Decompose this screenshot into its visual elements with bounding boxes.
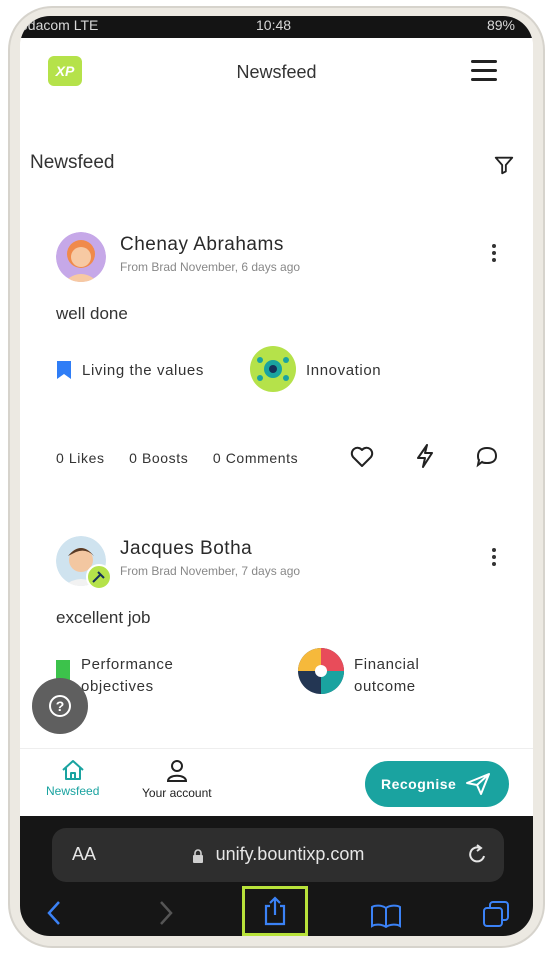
bookmark-icon bbox=[57, 361, 71, 379]
value-tag: Living the values bbox=[82, 362, 204, 379]
recognition-badge-icon bbox=[86, 564, 112, 590]
share-icon[interactable] bbox=[263, 896, 287, 926]
send-icon bbox=[466, 773, 490, 795]
author-name[interactable]: Jacques Botha bbox=[120, 538, 252, 560]
battery-label: 89% bbox=[486, 17, 515, 33]
nav-newsfeed[interactable]: Newsfeed bbox=[46, 759, 99, 798]
header-title: Newsfeed bbox=[236, 62, 317, 82]
post-message: well done bbox=[56, 304, 128, 323]
post-stats: 0 Likes 0 Boosts 0 Comments bbox=[56, 450, 318, 466]
value-tag: Financial outcome bbox=[354, 656, 420, 695]
tabs-icon[interactable] bbox=[482, 900, 510, 928]
help-button[interactable]: ? bbox=[32, 678, 88, 734]
carrier-label: odacom LTE bbox=[20, 17, 99, 33]
page-title: Newsfeed bbox=[30, 152, 115, 173]
puzzle-icon bbox=[298, 648, 344, 694]
nav-your-account[interactable]: Your account bbox=[142, 759, 212, 800]
person-icon bbox=[166, 760, 187, 782]
bottom-navigation: Newsfeed Your account Recognise bbox=[20, 748, 533, 817]
bookmarks-icon[interactable] bbox=[370, 904, 402, 928]
back-icon[interactable] bbox=[46, 900, 62, 926]
heart-icon[interactable] bbox=[350, 446, 374, 468]
value-tag: Innovation bbox=[306, 362, 382, 379]
help-icon: ? bbox=[49, 695, 71, 717]
likes-count[interactable]: 0 Likes bbox=[56, 450, 105, 466]
phone-screen: odacom LTE 10:48 89% XP Newsfeed Newsfee… bbox=[20, 16, 533, 936]
filter-icon[interactable] bbox=[493, 154, 515, 176]
more-options-icon[interactable] bbox=[492, 548, 496, 569]
innovation-icon bbox=[250, 346, 296, 392]
forward-icon[interactable] bbox=[158, 900, 174, 926]
recognise-button[interactable]: Recognise bbox=[365, 761, 509, 807]
more-options-icon[interactable] bbox=[492, 244, 496, 265]
objective-color-marker bbox=[56, 660, 70, 680]
home-icon bbox=[62, 760, 84, 780]
newsfeed-content[interactable]: Newsfeed Chenay Abrahams From Brad Novem… bbox=[20, 118, 533, 748]
post-meta: From Brad November, 7 days ago bbox=[120, 564, 301, 578]
reload-icon[interactable] bbox=[466, 842, 488, 866]
comments-count[interactable]: 0 Comments bbox=[213, 450, 298, 466]
post-message: excellent job bbox=[56, 608, 151, 627]
url-text[interactable]: unify.bountixp.com bbox=[64, 844, 516, 865]
recognise-label: Recognise bbox=[381, 776, 457, 792]
avatar bbox=[56, 232, 106, 282]
clock: 10:48 bbox=[256, 17, 292, 33]
address-bar[interactable]: AA unify.bountixp.com bbox=[52, 828, 504, 882]
post-card: Jacques Botha From Brad November, 7 days… bbox=[56, 536, 506, 736]
value-tag: Performance objectives bbox=[81, 656, 174, 695]
app-header: XP Newsfeed bbox=[20, 38, 533, 118]
post-card: Chenay Abrahams From Brad November, 6 da… bbox=[56, 232, 506, 472]
boost-icon[interactable] bbox=[416, 444, 434, 468]
hamburger-icon[interactable] bbox=[471, 60, 497, 82]
nav-label-newsfeed: Newsfeed bbox=[46, 784, 100, 798]
status-bar: odacom LTE 10:48 89% bbox=[20, 16, 533, 38]
nav-label-your-account: Your account bbox=[142, 786, 212, 800]
boosts-count[interactable]: 0 Boosts bbox=[129, 450, 188, 466]
post-meta: From Brad November, 6 days ago bbox=[120, 260, 301, 274]
author-name[interactable]: Chenay Abrahams bbox=[120, 234, 284, 256]
browser-chrome: AA unify.bountixp.com bbox=[20, 816, 533, 936]
comment-icon[interactable] bbox=[476, 446, 498, 468]
